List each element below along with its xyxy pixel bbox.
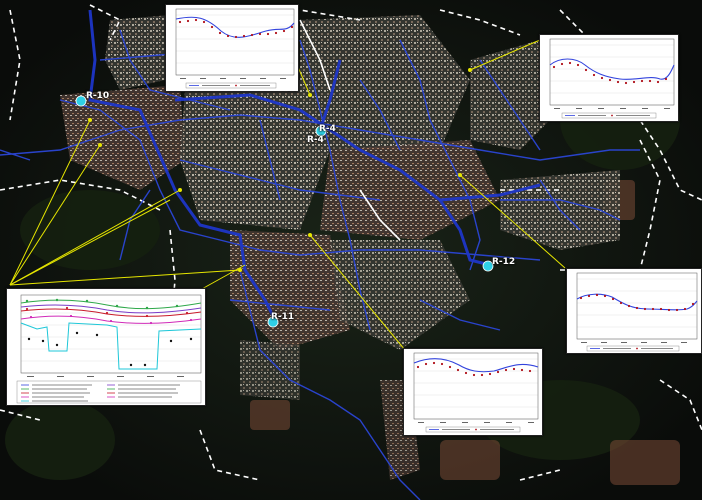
pressure-chart-inset-multi (6, 288, 206, 406)
pressure-chart-inset (539, 34, 679, 122)
reservoir-r10 (75, 95, 87, 107)
reservoir-label: R-4 (319, 124, 336, 134)
pressure-chart-inset (566, 268, 702, 354)
reservoir-label: R-4 (307, 135, 324, 145)
pressure-chart-inset (165, 4, 299, 92)
pressure-chart-inset (403, 348, 543, 436)
reservoir-label: R-10 (86, 91, 110, 101)
reservoir-label: R-11 (271, 312, 295, 322)
reservoir-label: R-12 (492, 257, 516, 267)
